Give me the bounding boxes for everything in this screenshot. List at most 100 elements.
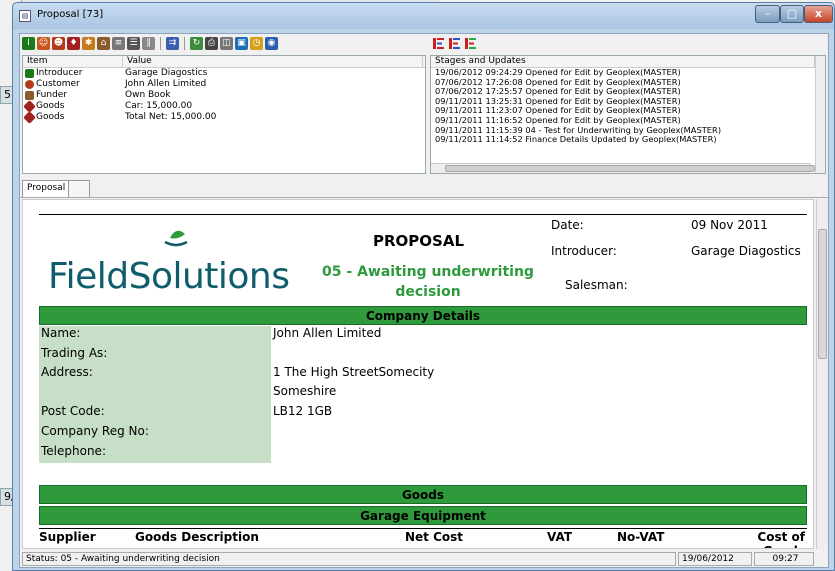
field-value: [271, 346, 273, 365]
list-header: Item Value: [23, 56, 425, 68]
refresh-icon[interactable]: ↻: [190, 37, 203, 50]
column-header: Net Cost: [405, 530, 464, 544]
list-item[interactable]: Goods Total Net: 15,000.00: [23, 111, 425, 124]
attachment-icon[interactable]: ∥: [142, 37, 155, 50]
date-label: Date:: [551, 218, 584, 232]
maximize-button[interactable]: □: [780, 5, 804, 23]
document-icon[interactable]: ≡: [112, 37, 125, 50]
goods-category-header: Garage Equipment: [39, 506, 807, 525]
vehicle-icon[interactable]: ✱: [82, 37, 95, 50]
globe-icon[interactable]: ◉: [265, 37, 278, 50]
item-column-header[interactable]: Item: [23, 56, 123, 67]
item-label: Funder: [36, 90, 68, 100]
minimize-button[interactable]: –: [755, 5, 780, 23]
goods-icon: [23, 111, 36, 124]
title-bar[interactable]: ▤ Proposal [73] – □ x: [13, 3, 834, 29]
column-header: Cost of Goods: [757, 530, 805, 548]
list-item[interactable]: Customer John Allen Limited: [23, 79, 425, 90]
field-label: [39, 384, 271, 404]
item-value: Car: 15,000.00: [125, 101, 193, 111]
list-item[interactable]: Goods Car: 15,000.00: [23, 100, 425, 113]
item-value-list[interactable]: Item Value Introducer Garage Diagostics …: [22, 55, 426, 174]
field-value: Someshire: [273, 384, 337, 398]
customer-icon: [25, 80, 34, 89]
introducer-label: Introducer:: [551, 244, 617, 258]
field-label: Trading As:: [39, 346, 271, 365]
status-text: Status: 05 - Awaiting underwriting decis…: [22, 552, 676, 566]
window-title: Proposal [73]: [37, 9, 104, 20]
window-content: I ☺ ☻ ♦ ✱ ⌂ ≡ ☰ ∥ ⇉ ↻ ⎙ ◫ ▣ ◷ ◉ Item Val…: [19, 33, 829, 568]
list-item[interactable]: Funder Own Book: [23, 90, 425, 101]
stage-history-icon[interactable]: [465, 37, 477, 50]
value-column-header[interactable]: Value: [123, 56, 423, 67]
introducer-value: Garage Diagostics: [691, 244, 801, 258]
vertical-scrollbar[interactable]: [815, 56, 825, 173]
export-icon[interactable]: ⇉: [166, 37, 179, 50]
status-time: 09:27: [754, 552, 814, 566]
table-row: Telephone:: [39, 444, 807, 463]
list-item[interactable]: Introducer Garage Diagostics: [23, 68, 425, 79]
goods-header: Goods: [39, 485, 807, 504]
tab-bar: Proposal: [20, 178, 828, 198]
tab-blank[interactable]: [68, 180, 90, 197]
field-value: 1 The High StreetSomecity: [273, 365, 435, 379]
field-label: Name:: [39, 326, 271, 346]
column-header: No-VAT: [617, 530, 665, 544]
status-date: 19/06/2012: [678, 552, 752, 566]
table-row: Name: John Allen Limited: [39, 326, 807, 346]
column-header: Goods Description: [135, 530, 259, 544]
logo-leaf-icon: [164, 230, 188, 247]
table-row: Address: 1 The High StreetSomecity: [39, 365, 807, 384]
column-header: Supplier: [39, 530, 96, 544]
divider: [39, 214, 807, 215]
scroll-thumb[interactable]: [445, 165, 815, 172]
stage-toolbar: [433, 37, 477, 50]
horizontal-scrollbar[interactable]: [431, 163, 815, 173]
company-details-table: Name: John Allen Limited Trading As: Addr…: [39, 326, 807, 463]
item-label: Goods: [36, 101, 65, 111]
window-app-icon: ▤: [19, 10, 31, 22]
proposal-document: FieldSolutions PROPOSAL 05 - Awaiting un…: [22, 199, 814, 549]
notes-icon[interactable]: ☰: [127, 37, 140, 50]
list-item[interactable]: 09/11/2011 11:14:52 Finance Details Upda…: [431, 135, 825, 145]
preview-icon[interactable]: ◫: [220, 37, 233, 50]
field-label: Company Reg No:: [39, 424, 271, 444]
item-label: Introducer: [36, 68, 83, 78]
date-value: 09 Nov 2011: [691, 218, 768, 232]
stage-filter-icon[interactable]: [449, 37, 461, 50]
contact-icon[interactable]: ☻: [52, 37, 65, 50]
customer-icon[interactable]: ☺: [37, 37, 50, 50]
print-icon[interactable]: ⎙: [205, 37, 218, 50]
field-value: [271, 424, 273, 444]
company-logo: FieldSolutions: [48, 256, 290, 297]
stages-updates-list[interactable]: Stages and Updates 19/06/2012 09:24:29 O…: [430, 55, 826, 174]
field-value: John Allen Limited: [273, 326, 382, 340]
stage-list-icon[interactable]: [433, 37, 445, 50]
funder-icon: [25, 91, 34, 100]
goods-columns: Supplier Goods Description Net Cost VAT …: [39, 528, 807, 548]
field-label: Telephone:: [39, 444, 271, 463]
introducer-icon[interactable]: I: [22, 37, 35, 50]
scroll-thumb[interactable]: [818, 229, 827, 359]
item-value: John Allen Limited: [125, 79, 207, 89]
field-label: Address:: [39, 365, 271, 384]
document-scrollbar[interactable]: [816, 199, 828, 549]
stages-column-header[interactable]: Stages and Updates: [431, 56, 815, 67]
item-value: Own Book: [125, 90, 171, 100]
funder-icon[interactable]: ⌂: [97, 37, 110, 50]
save-icon[interactable]: ▣: [235, 37, 248, 50]
status-bar: Status: 05 - Awaiting underwriting decis…: [22, 552, 826, 566]
tab-proposal[interactable]: Proposal: [22, 180, 71, 197]
clock-icon[interactable]: ◷: [250, 37, 263, 50]
item-label: Goods: [36, 112, 65, 122]
toolbar-separator: [184, 37, 185, 50]
column-header: VAT: [547, 530, 573, 544]
introducer-icon: [25, 69, 34, 78]
field-label: Post Code:: [39, 404, 271, 424]
table-row: Company Reg No:: [39, 424, 807, 444]
table-row: Post Code: LB12 1GB: [39, 404, 807, 424]
close-button[interactable]: x: [804, 5, 833, 23]
main-toolbar: I ☺ ☻ ♦ ✱ ⌂ ≡ ☰ ∥ ⇉ ↻ ⎙ ◫ ▣ ◷ ◉: [22, 37, 278, 53]
goods-icon[interactable]: ♦: [67, 37, 80, 50]
table-row: Someshire: [39, 384, 807, 404]
